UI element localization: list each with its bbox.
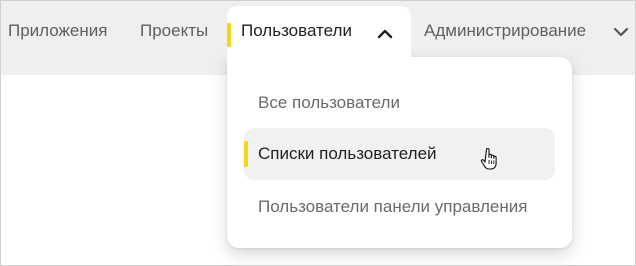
nav-item-users-label: Пользователи: [241, 21, 352, 40]
users-dropdown-menu: Все пользователи Списки пользователей По…: [227, 57, 572, 248]
chevron-down-icon[interactable]: [613, 26, 629, 38]
menu-item-label: Все пользователи: [258, 93, 400, 112]
menu-item-user-lists[interactable]: Списки пользователей: [244, 128, 555, 180]
nav-item-users[interactable]: Пользователи: [227, 6, 411, 70]
active-indicator: [227, 23, 231, 47]
nav-item-applications[interactable]: Приложения: [8, 21, 107, 41]
nav-item-administration[interactable]: Администрирование: [424, 21, 586, 41]
menu-item-label: Пользователи панели управления: [258, 197, 528, 216]
menu-item-all-users[interactable]: Все пользователи: [244, 77, 555, 129]
nav-item-projects[interactable]: Проекты: [140, 21, 208, 41]
app-window: Приложения Проекты Администрирование Все…: [0, 0, 636, 266]
hand-pointer-icon: [480, 147, 497, 170]
chevron-up-icon[interactable]: [377, 28, 393, 40]
menu-item-control-panel-users[interactable]: Пользователи панели управления: [244, 181, 555, 233]
active-indicator: [244, 141, 248, 167]
menu-item-label: Списки пользователей: [258, 144, 437, 163]
